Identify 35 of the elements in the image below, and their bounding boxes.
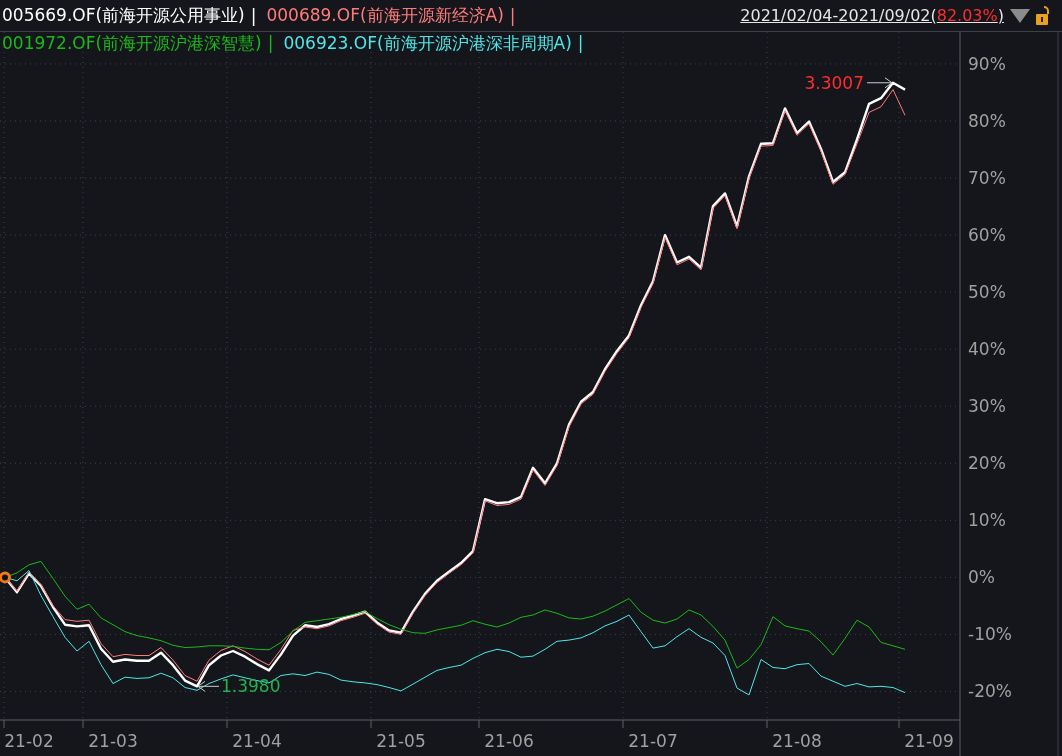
y-axis-label: 40% [968, 339, 1006, 360]
x-axis-label: 21-05 [376, 731, 426, 751]
legend-separator: | [509, 5, 516, 26]
y-axis-label: -20% [968, 681, 1012, 702]
leader-line [866, 77, 893, 89]
legend-label: 001972.OF(前海开源沪港深智慧) [2, 31, 262, 55]
y-axis-label: 90% [968, 53, 1006, 74]
y-axis-label: 50% [968, 282, 1006, 303]
min-value-label: 1.3980 [221, 676, 281, 697]
dropdown-triangle-icon[interactable] [1010, 8, 1030, 23]
y-axis-label: 80% [968, 111, 1006, 131]
legend-separator: | [577, 33, 584, 53]
x-axis-label: 21-06 [484, 731, 534, 751]
y-axis-label: 70% [968, 168, 1006, 189]
legend-separator: | [267, 33, 274, 53]
leader-line [197, 680, 220, 692]
x-axis-label: 21-04 [232, 731, 282, 751]
y-axis-label: 20% [968, 453, 1006, 474]
legend-label: 000689.OF(前海开源新经济A) [266, 4, 504, 27]
y-axis-label: 10% [968, 510, 1006, 531]
y-axis-label: 30% [968, 396, 1006, 417]
x-axis-label: 21-08 [772, 731, 822, 751]
x-axis-label: 21-09 [904, 731, 954, 751]
y-axis-label: 60% [968, 225, 1006, 246]
x-axis-label: 21-03 [88, 731, 138, 751]
y-axis-label: 0% [968, 567, 995, 588]
padlock-icon[interactable] [1036, 5, 1052, 26]
legend-label: 005669.OF(前海开源公用事业) [2, 4, 245, 27]
max-value-label: 3.3007 [804, 72, 864, 93]
x-axis-label: 21-02 [4, 731, 54, 751]
legend-separator: | [250, 5, 257, 26]
y-axis-label: -10% [968, 624, 1012, 645]
date-range-link[interactable]: 2021/02/04-2021/09/02(82.03%) [740, 6, 1004, 25]
x-axis-label: 21-07 [628, 731, 678, 751]
legend-label: 006923.OF(前海开源沪港深非周期A) [283, 31, 572, 55]
